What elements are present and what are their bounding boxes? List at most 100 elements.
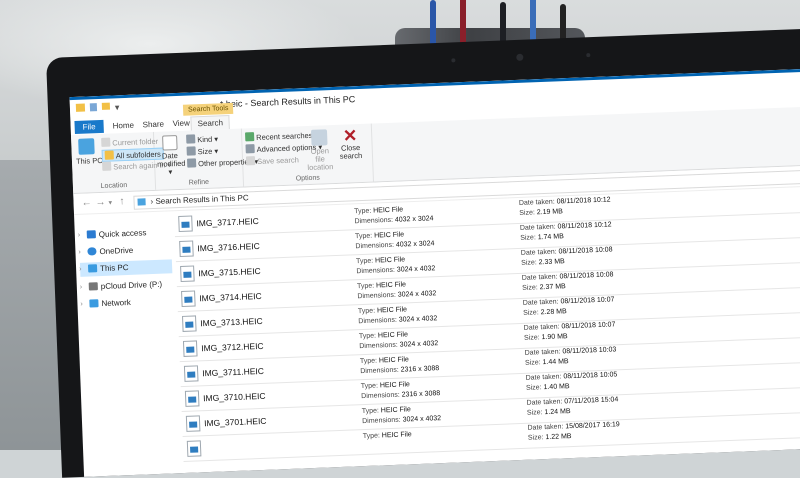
tab-home[interactable]: Home — [106, 118, 140, 132]
computer-icon — [87, 264, 98, 273]
webcam-icon — [516, 53, 524, 61]
chevron-right-icon[interactable]: › — [78, 229, 81, 243]
file-dimensions: 3024 x 4032 — [396, 265, 436, 274]
dimensions-label: Dimensions: — [362, 416, 401, 426]
sidebar-item-label: Quick access — [98, 228, 147, 240]
date-taken-label: Date taken: — [523, 323, 560, 332]
current-folder-label: Current folder — [112, 136, 159, 148]
file-dimensions: 3024 x 4032 — [402, 415, 442, 424]
file-type: HEIC File — [380, 406, 411, 415]
file-date-taken: 08/11/2018 10:08 — [558, 246, 613, 256]
file-name: IMG_3701.HEIC — [203, 415, 267, 429]
recent-locations-icon[interactable]: ▾ — [108, 199, 112, 207]
date-taken-label: Date taken: — [519, 223, 556, 232]
new-folder-icon[interactable] — [101, 102, 111, 110]
sidebar-item-label: OneDrive — [99, 245, 134, 257]
size-label: Size: — [525, 384, 542, 392]
file-size: 1.74 MB — [537, 233, 564, 242]
file-date-taken: 08/11/2018 10:08 — [559, 271, 614, 281]
file-meta: Type: HEIC File Dimensions: 4032 x 3024 — [354, 204, 434, 227]
up-icon[interactable]: ↑ — [119, 196, 124, 207]
file-date-taken: 15/08/2017 16:19 — [565, 421, 620, 431]
file-name: IMG_3712.HEIC — [201, 340, 264, 354]
sidebar-item-network[interactable]: › Network — [80, 294, 173, 312]
file-date-taken: 08/11/2018 10:03 — [562, 346, 617, 356]
subfolders-icon — [104, 150, 114, 160]
date-modified-button[interactable]: Date modified ▾ — [156, 135, 186, 177]
file-type: HEIC File — [377, 331, 409, 340]
tab-file[interactable]: File — [74, 119, 104, 134]
back-icon[interactable]: ← — [81, 197, 91, 208]
close-search-button[interactable]: ✕ Close search — [337, 126, 364, 161]
chevron-right-icon[interactable]: › — [78, 246, 81, 260]
file-name: IMG_3717.HEIC — [196, 215, 259, 229]
file-meta-2: Date taken: 08/11/2018 10:08 Size: 2.33 M… — [521, 245, 613, 269]
file-name: IMG_3715.HEIC — [198, 265, 261, 279]
size-label: Size — [197, 146, 213, 157]
explorer-icon[interactable] — [75, 103, 86, 112]
current-folder-button[interactable]: Current folder — [101, 136, 158, 148]
size-label: Size: — [527, 434, 544, 442]
sidebar-item-this-pc[interactable]: › This PC — [79, 259, 173, 277]
properties-icon[interactable] — [89, 103, 98, 112]
image-file-icon — [183, 365, 199, 382]
chevron-right-icon[interactable]: › — [80, 281, 83, 295]
forward-icon[interactable]: → — [95, 197, 105, 208]
this-pc-button[interactable]: This PC — [75, 138, 103, 166]
dimensions-label: Dimensions: — [356, 266, 396, 276]
file-meta-2: Date taken: 08/11/2018 10:03 Size: 1.44 M… — [525, 345, 617, 369]
dimensions-label: Dimensions: — [360, 366, 399, 376]
dimensions-label: Dimensions: — [359, 341, 398, 351]
file-name: IMG_3710.HEIC — [202, 390, 266, 404]
file-type: HEIC File — [376, 306, 408, 315]
sidebar-item-pcloud-drive[interactable]: › pCloud Drive (P:) — [80, 277, 173, 295]
image-file-icon — [185, 415, 201, 432]
size-button[interactable]: Size ▾ — [186, 145, 218, 157]
recent-searches-icon — [245, 132, 255, 142]
folder-icon — [101, 137, 111, 147]
refine-group: Date modified ▾ Kind ▾ Size ▾ Other prop… — [152, 128, 258, 190]
file-meta: Type: HEIC File Dimensions: 3024 x 4032 — [357, 279, 437, 302]
file-meta-2: Date taken: 08/11/2018 10:12 Size: 1.74 M… — [520, 220, 612, 244]
image-file-icon — [179, 240, 194, 258]
file-date-taken: 08/11/2018 10:07 — [560, 296, 615, 306]
customize-toolbar-icon[interactable]: ▾ — [115, 102, 120, 113]
type-label: Type: — [359, 357, 378, 366]
file-dimensions: 4032 x 3024 — [395, 240, 435, 249]
file-dimensions: 4032 x 3024 — [394, 215, 434, 224]
sidebar-item-onedrive[interactable]: › OneDrive — [78, 242, 171, 260]
location-group-label: Location — [100, 181, 128, 190]
file-meta: Type: HEIC File Dimensions: 4032 x 3024 — [355, 229, 435, 252]
file-name: IMG_3711.HEIC — [202, 365, 265, 379]
chevron-right-icon[interactable]: › — [80, 298, 83, 312]
kind-button[interactable]: Kind ▾ — [186, 133, 218, 144]
file-meta: Type: HEIC File Dimensions: 2316 x 3088 — [360, 354, 440, 377]
tab-search[interactable]: Search — [190, 114, 231, 131]
file-size: 1.40 MB — [543, 383, 570, 392]
size-icon — [186, 146, 196, 156]
save-search-button[interactable]: Save search — [245, 154, 299, 166]
open-file-location-button[interactable]: Open file location — [305, 129, 335, 172]
image-file-icon — [181, 290, 196, 307]
file-meta: Type: HEIC File — [363, 430, 412, 442]
star-icon — [86, 230, 96, 239]
file-dimensions: 2316 x 3088 — [400, 365, 440, 374]
advanced-options-icon — [245, 144, 255, 154]
image-file-icon — [184, 390, 200, 407]
image-file-icon — [178, 215, 193, 233]
file-type: HEIC File — [381, 431, 412, 440]
save-search-label: Save search — [256, 155, 299, 166]
dimensions-label: Dimensions: — [358, 316, 397, 326]
file-size: 1.90 MB — [541, 333, 568, 342]
sidebar-item-quick-access[interactable]: › Quick access — [78, 225, 171, 243]
sidebar-item-label: This PC — [99, 262, 129, 274]
file-date-taken: 08/11/2018 10:12 — [557, 221, 612, 231]
sensor-icon — [586, 53, 591, 58]
chevron-right-icon[interactable]: › — [79, 263, 82, 277]
tab-share[interactable]: Share — [136, 117, 170, 131]
file-type: HEIC File — [379, 381, 410, 390]
type-label: Type: — [360, 382, 379, 391]
file-size: 1.24 MB — [544, 408, 571, 417]
file-meta: Type: HEIC File Dimensions: 2316 x 3088 — [361, 379, 441, 402]
refine-group-label: Refine — [188, 178, 210, 187]
